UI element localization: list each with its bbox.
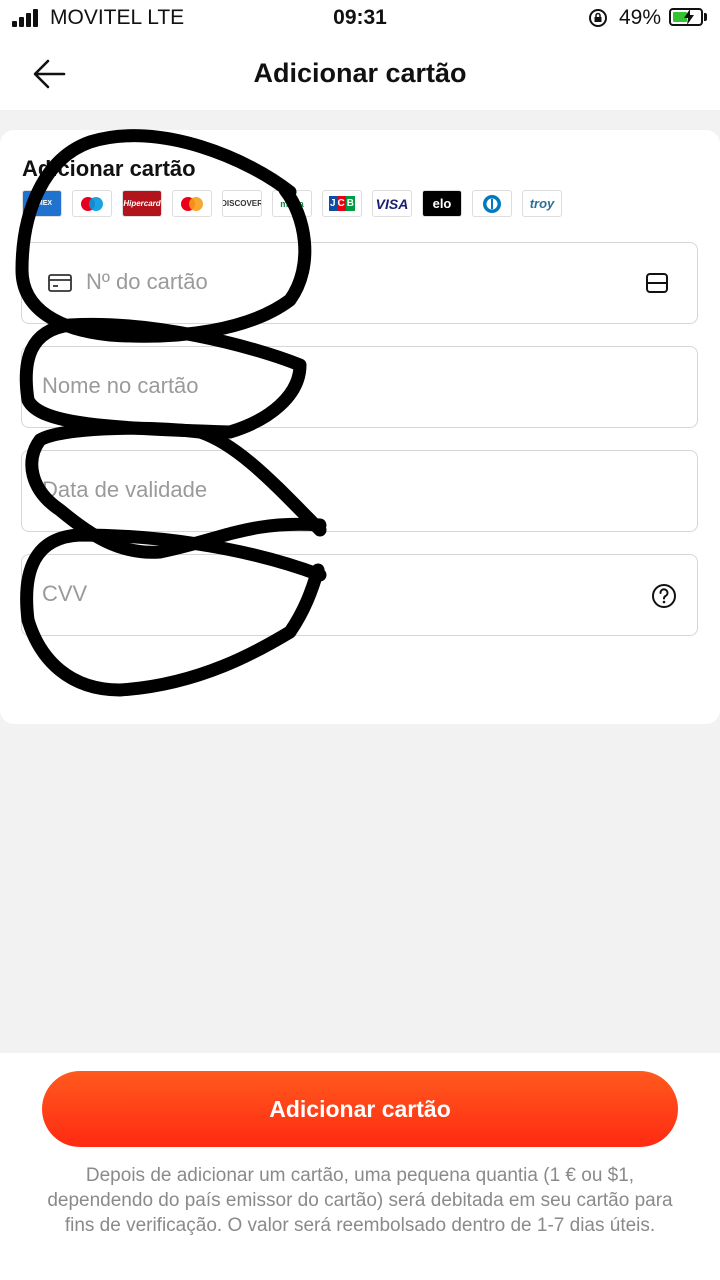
expiry-date-field[interactable]: Data de validade bbox=[21, 450, 698, 532]
section-title: Adicionar cartão bbox=[22, 156, 196, 181]
verification-note: Depois de adicionar um cartão, uma peque… bbox=[47, 1165, 673, 1236]
cvv-placeholder: CVV bbox=[42, 581, 88, 606]
card-form-panel: Adicionar cartão AMEX Hipercard DISCOVER… bbox=[0, 130, 720, 724]
expiry-placeholder: Data de validade bbox=[42, 477, 208, 502]
diners-logo bbox=[472, 190, 512, 217]
visa-logo: VISA bbox=[372, 190, 412, 217]
scan-icon[interactable] bbox=[645, 271, 669, 295]
status-time: 09:31 bbox=[333, 6, 387, 29]
card-number-field[interactable]: Nº do cartão bbox=[21, 242, 698, 324]
mada-logo: mada bbox=[272, 190, 312, 217]
footer: Adicionar cartão Depois de adicionar um … bbox=[0, 1053, 720, 1280]
credit-card-icon bbox=[48, 274, 72, 292]
battery-percent: 49% bbox=[619, 6, 662, 29]
jcb-logo: JCB bbox=[322, 190, 362, 217]
top-nav: Adicionar cartão bbox=[0, 36, 720, 110]
battery-icon bbox=[669, 8, 703, 26]
rotation-lock-icon bbox=[589, 9, 607, 27]
amex-logo: AMEX bbox=[22, 190, 62, 217]
help-icon[interactable] bbox=[651, 583, 677, 609]
mastercard-logo bbox=[172, 190, 212, 217]
hipercard-logo: Hipercard bbox=[122, 190, 162, 217]
page-title: Adicionar cartão bbox=[253, 58, 467, 88]
name-placeholder: Nome no cartão bbox=[42, 373, 199, 398]
troy-logo: troy bbox=[522, 190, 562, 217]
status-bar: MOVITEL LTE 09:31 49% bbox=[0, 0, 720, 36]
card-number-placeholder: Nº do cartão bbox=[86, 269, 208, 294]
cvv-field[interactable]: CVV bbox=[21, 554, 698, 636]
maestro-logo bbox=[72, 190, 112, 217]
add-card-button[interactable]: Adicionar cartão bbox=[42, 1071, 678, 1147]
cardholder-name-field[interactable]: Nome no cartão bbox=[21, 346, 698, 428]
elo-logo: elo bbox=[422, 190, 462, 217]
discover-logo: DISCOVER bbox=[222, 190, 262, 217]
